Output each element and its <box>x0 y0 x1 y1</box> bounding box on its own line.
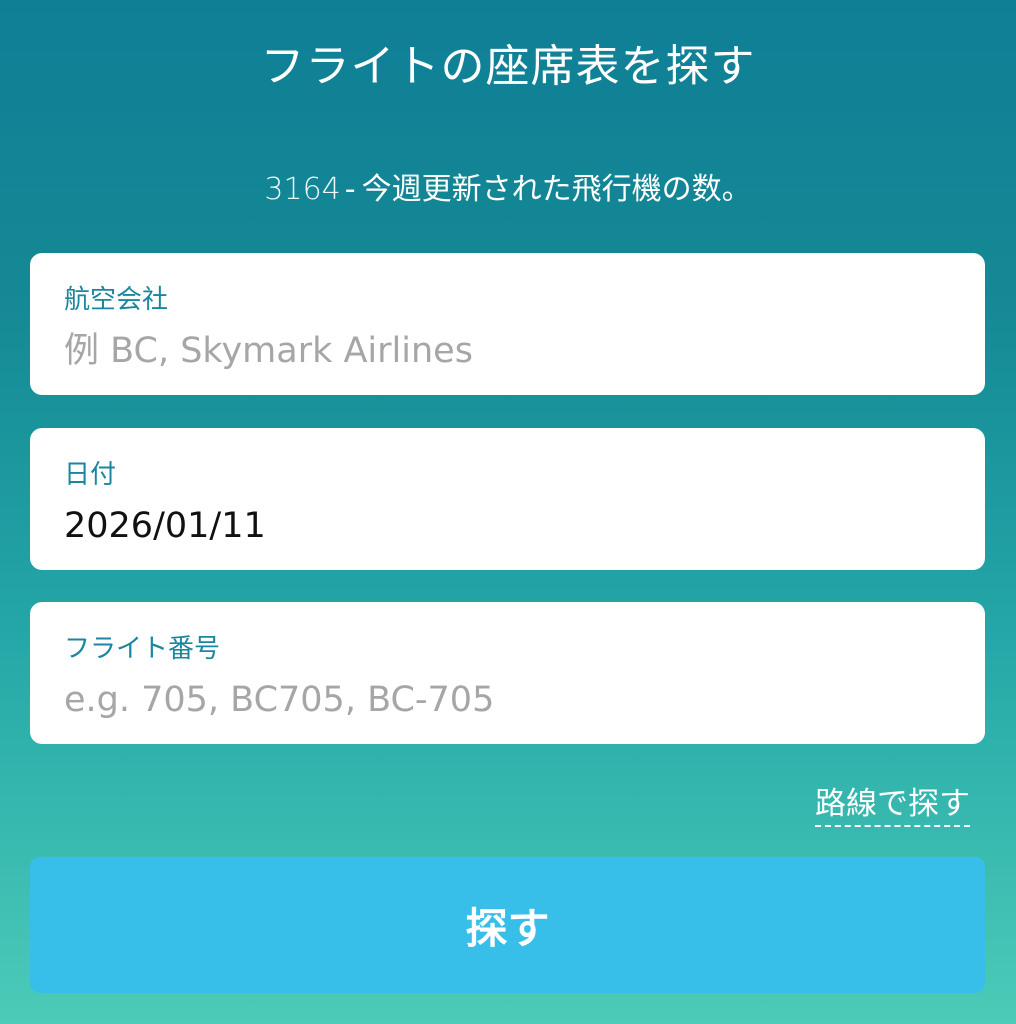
updated-count-description: 今週更新された飛行機の数。 <box>361 172 752 207</box>
search-by-route-link[interactable]: 路線で探す <box>815 778 970 827</box>
count-separator: - <box>344 172 356 207</box>
date-label: 日付 <box>64 460 117 490</box>
updated-count: 3164 <box>264 172 341 207</box>
page-title: フライトの座席表を探す <box>260 41 756 92</box>
flight-number-label: フライト番号 <box>64 634 221 664</box>
flight-number-field[interactable]: フライト番号 <box>30 602 985 744</box>
airline-label: 航空会社 <box>64 285 169 315</box>
search-button[interactable]: 探す <box>30 857 985 993</box>
airline-field[interactable]: 航空会社 <box>30 253 985 395</box>
date-input[interactable] <box>64 502 944 550</box>
updated-count-text: 3164- 今週更新された飛行機の数。 <box>0 164 1016 208</box>
date-field[interactable]: 日付 <box>30 428 985 570</box>
airline-input[interactable] <box>64 327 944 375</box>
flight-number-input[interactable] <box>64 676 944 724</box>
